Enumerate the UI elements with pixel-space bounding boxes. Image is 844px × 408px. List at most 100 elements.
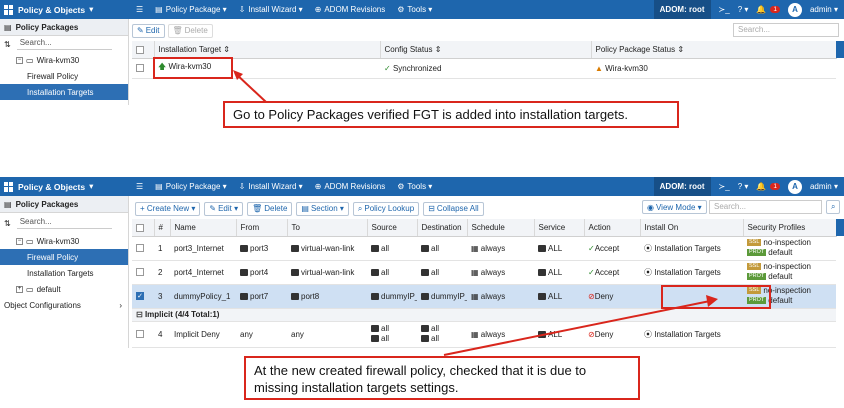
sidebar-search-input[interactable]: Search... [16, 217, 112, 229]
col-action[interactable]: Action [584, 219, 641, 237]
sidebar-header[interactable]: ▤ Policy Packages [0, 196, 128, 213]
row-checkbox[interactable]: ✓ [132, 284, 154, 309]
adom-selector[interactable]: ADOM: root [653, 0, 711, 19]
settings-gear-tab[interactable] [836, 41, 844, 58]
settings-gear-tab[interactable] [836, 219, 844, 236]
sidebar-item-object-configurations[interactable]: Object Configurations › [0, 297, 128, 313]
row-checkbox[interactable] [132, 321, 154, 348]
sidebar-item-installation-targets[interactable]: Installation Targets [0, 84, 128, 100]
install-wizard-menu[interactable]: ⇩ Install Wizard ▾ [239, 182, 303, 191]
collapse-icon[interactable]: − [16, 237, 23, 245]
address-icon [371, 268, 379, 276]
section-icon: ▤ [301, 204, 309, 213]
app-title: Policy & Objects [18, 181, 86, 192]
cli-icon[interactable]: ≻_ [719, 5, 730, 14]
notification-badge: 1 [770, 6, 780, 13]
globe-icon: ⊕ [314, 182, 322, 191]
interface-icon [291, 292, 299, 300]
edit-icon: ✎ [209, 204, 217, 213]
address-icon [371, 244, 379, 252]
col-schedule[interactable]: Schedule [467, 219, 535, 237]
sidebar-item-firewall-policy[interactable]: Firewall Policy [0, 249, 128, 265]
sidebar-search-input[interactable]: Search... [16, 38, 112, 50]
trash-icon: 🗑 [252, 204, 263, 213]
app-menu[interactable]: Policy & Objects ▾ [0, 4, 130, 15]
col-name[interactable]: Name [170, 219, 237, 237]
globe-icon: ⊕ [314, 5, 322, 14]
table-row[interactable]: 1 port3_Internet port3 virtual-wan-link … [132, 236, 836, 261]
top-navbar: Policy & Objects ▾ ☰ ▤ Policy Package ▾ ⇩ I… [0, 177, 844, 196]
tools-menu[interactable]: ⚙ Tools ▾ [397, 182, 432, 191]
search-input[interactable]: Search... [733, 23, 839, 37]
section-button[interactable]: ▤ Section ▾ [296, 201, 349, 216]
help-icon[interactable]: ? ▾ [738, 5, 749, 14]
col-to[interactable]: To [287, 219, 368, 237]
col-config-status[interactable]: Config Status ⇕ [380, 41, 592, 59]
col-number[interactable]: # [154, 219, 171, 237]
adom-revisions-menu[interactable]: ⊕ ADOM Revisions [315, 5, 386, 14]
sidebar-item-default[interactable]: + ▭ default [0, 281, 128, 297]
col-install-on[interactable]: Install On [640, 219, 744, 237]
install-wizard-menu[interactable]: ⇩ Install Wizard ▾ [239, 5, 303, 14]
edit-button[interactable]: ✎ Edit [132, 23, 165, 38]
user-menu[interactable]: admin ▾ [810, 5, 838, 14]
col-security-profiles[interactable]: Security Profiles [743, 219, 837, 237]
sidebar-header[interactable]: ▤ Policy Packages [0, 19, 128, 36]
avatar[interactable]: A [787, 2, 802, 17]
user-menu[interactable]: admin ▾ [810, 182, 838, 191]
package-icon: ▤ [4, 199, 12, 209]
prot-tag: PROT [747, 249, 767, 257]
sidebar-item-wira-kvm30[interactable]: − ▭ Wira-kvm30 [0, 233, 128, 249]
sidebar-search[interactable]: ⇅ Search... [0, 36, 128, 52]
row-checkbox[interactable] [132, 58, 154, 79]
col-source[interactable]: Source [367, 219, 418, 237]
col-policy-package-status[interactable]: Policy Package Status ⇕ [591, 41, 837, 59]
collapse-icon[interactable]: − [16, 56, 23, 64]
col-from[interactable]: From [236, 219, 288, 237]
delete-button[interactable]: 🗑 Delete [247, 201, 293, 216]
app-grid-icon [4, 181, 14, 192]
collapse-all-button[interactable]: ⊟ Collapse All [423, 201, 484, 216]
create-new-button[interactable]: + Create New ▾ [135, 201, 201, 216]
view-mode-button[interactable]: ◉ View Mode ▾ [642, 200, 707, 214]
folder-icon: ▭ [26, 284, 34, 294]
expand-icon[interactable]: + [16, 285, 23, 293]
sidebar-item-installation-targets[interactable]: Installation Targets [0, 265, 128, 281]
table-row[interactable]: 2 port4_Internet port4 virtual-wan-link … [132, 260, 836, 285]
sidebar-item-wira-kvm30[interactable]: − ▭ Wira-kvm30 [0, 52, 128, 68]
collapse-icon[interactable]: ⊟ [136, 310, 143, 319]
address-icon [371, 335, 379, 343]
hamburger-menu-icon[interactable]: ☰ [136, 5, 143, 14]
col-destination[interactable]: Destination [417, 219, 468, 237]
edit-button[interactable]: ✎ Edit ▾ [204, 201, 244, 216]
folder-icon: ▭ [26, 55, 34, 65]
col-service[interactable]: Service [534, 219, 585, 237]
search-icon[interactable]: ⌕ [826, 200, 841, 214]
col-installation-target[interactable]: Installation Target ⇕ [154, 41, 381, 59]
sidebar-search[interactable]: ⇅ Search... [0, 213, 128, 233]
delete-button[interactable]: 🗑 Delete [167, 23, 213, 38]
bell-icon[interactable]: 🔔 [756, 5, 766, 14]
row-checkbox[interactable] [132, 236, 154, 261]
app-menu[interactable]: Policy & Objects ▾ [0, 181, 130, 192]
policy-lookup-button[interactable]: ⌕ Policy Lookup [352, 201, 420, 216]
adom-selector[interactable]: ADOM: root [653, 177, 711, 196]
policy-package-menu[interactable]: ▤ Policy Package ▾ [155, 5, 227, 14]
sort-icon[interactable]: ⇅ [4, 219, 11, 228]
policy-package-menu[interactable]: ▤ Policy Package ▾ [155, 182, 227, 191]
select-all-checkbox[interactable] [132, 219, 155, 237]
select-all-checkbox[interactable] [132, 41, 155, 59]
hamburger-menu-icon[interactable]: ☰ [136, 182, 143, 191]
help-icon[interactable]: ? ▾ [738, 182, 749, 191]
avatar[interactable]: A [787, 179, 802, 194]
search-input[interactable]: Search... [709, 200, 822, 214]
tools-menu[interactable]: ⚙ Tools ▾ [397, 5, 432, 14]
cli-icon[interactable]: ≻_ [719, 182, 730, 191]
bell-icon[interactable]: 🔔 [756, 182, 766, 191]
highlight-box [153, 57, 233, 79]
sort-icon[interactable]: ⇅ [4, 40, 11, 49]
row-checkbox[interactable] [132, 260, 154, 285]
sidebar-item-firewall-policy[interactable]: Firewall Policy [0, 68, 128, 84]
calendar-icon: ▦ [471, 243, 479, 253]
adom-revisions-menu[interactable]: ⊕ ADOM Revisions [315, 182, 386, 191]
